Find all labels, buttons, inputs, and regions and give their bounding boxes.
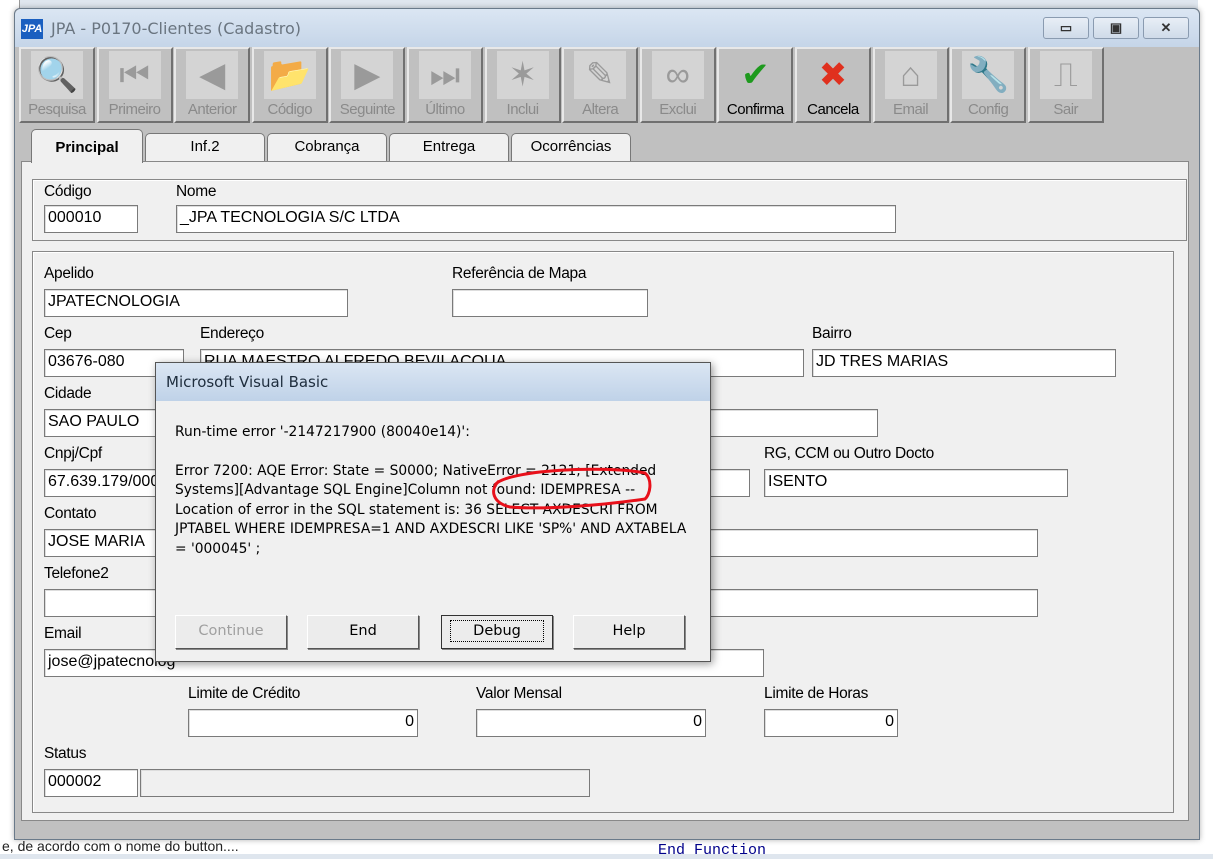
toolbar-button-anterior[interactable]: ◀ Anterior: [174, 47, 251, 123]
toolbar-button-email[interactable]: ⌂ Email: [872, 47, 949, 123]
pencil-icon: ✎: [574, 51, 627, 99]
cep-label: Cep: [44, 325, 72, 342]
red-annotation-circle: [492, 467, 652, 510]
jpa-logo-icon: JPA: [21, 19, 43, 39]
codigo-field[interactable]: 000010: [44, 205, 138, 233]
folder-icon: 📂: [263, 51, 316, 99]
toolbar-button-label: Exclui: [659, 101, 697, 118]
bairro-label: Bairro: [812, 325, 852, 342]
toolbar-button-primeiro[interactable]: ⏮ Primeiro: [96, 47, 173, 123]
debug-button[interactable]: Debug: [441, 615, 553, 649]
wrench-icon: 🔧: [962, 51, 1015, 99]
check-icon: ✔: [741, 56, 770, 94]
telefone2-label: Telefone2: [44, 565, 109, 582]
toolbar-button-label: Sair: [1053, 101, 1079, 118]
toolbar-button-codigo[interactable]: 📂 Código: [251, 47, 328, 123]
email-label: Email: [44, 625, 82, 642]
toolbar-button-label: Altera: [582, 101, 619, 118]
previous-icon: ◀: [186, 51, 239, 99]
toolbar-button-exclui[interactable]: ∞ Exclui: [639, 47, 716, 123]
rg-label: RG, CCM ou Outro Docto: [764, 445, 934, 462]
star-icon: ✶: [496, 51, 549, 99]
toolbar-button-confirma[interactable]: ✔ Confirma: [717, 47, 794, 123]
toolbar-button-pesquisa[interactable]: 🔍 Pesquisa: [19, 47, 95, 123]
ref-mapa-field[interactable]: [452, 289, 648, 317]
status-label: Status: [44, 745, 87, 762]
background-code: End Function: [658, 842, 767, 859]
limite-credito-field[interactable]: 0: [188, 709, 418, 737]
tab-inf2[interactable]: Inf.2: [145, 133, 265, 161]
envelope-icon: ⌂: [884, 51, 937, 99]
x-icon: ✖: [818, 56, 848, 94]
toolbar-button-label: Confirma: [726, 101, 784, 118]
toolbar-button-altera[interactable]: ✎ Altera: [562, 47, 639, 123]
close-button[interactable]: ✕: [1143, 17, 1189, 39]
exit-door-icon: ⎍: [1039, 51, 1092, 99]
valor-mensal-label: Valor Mensal: [476, 685, 562, 702]
toolbar-button-sair[interactable]: ⎍ Sair: [1027, 47, 1104, 123]
limite-horas-field[interactable]: 0: [764, 709, 898, 737]
toolbar-button-label: Email: [893, 101, 929, 118]
toolbar-button-label: Pesquisa: [28, 101, 86, 118]
ref-mapa-label: Referência de Mapa: [452, 265, 587, 282]
status-description-field: [140, 769, 590, 797]
rg-field[interactable]: ISENTO: [764, 469, 1068, 497]
cidade-label: Cidade: [44, 385, 92, 402]
apelido-field[interactable]: JPATECNOLOGIA: [44, 289, 348, 317]
toolbar-button-seguinte[interactable]: ▶ Seguinte: [329, 47, 406, 123]
minimize-button[interactable]: ▭: [1043, 17, 1089, 39]
apelido-label: Apelido: [44, 265, 94, 282]
toolbar-button-label: Código: [267, 101, 313, 118]
endereco-label: Endereço: [200, 325, 264, 342]
valor-mensal-field[interactable]: 0: [476, 709, 706, 737]
error-line-1: Run-time error '-2147217900 (80040e14)':: [175, 424, 470, 440]
toolbar-button-label: Seguinte: [339, 101, 396, 118]
cnpj-label: Cnpj/Cpf: [44, 445, 102, 462]
tab-entrega[interactable]: Entrega: [389, 133, 509, 161]
help-button[interactable]: Help: [573, 615, 685, 649]
background-text: e, de acordo com o nome do button....: [0, 838, 1213, 854]
tab-cobranca[interactable]: Cobrança: [267, 133, 387, 161]
toolbar-button-label: Cancela: [807, 101, 859, 118]
codigo-label: Código: [44, 183, 92, 200]
tab-principal[interactable]: Principal: [31, 129, 143, 163]
nome-label: Nome: [176, 183, 217, 200]
limite-horas-label: Limite de Horas: [764, 685, 869, 702]
next-icon: ▶: [341, 51, 394, 99]
header-group: Código 000010 Nome _JPA TECNOLOGIA S/C L…: [32, 179, 1187, 241]
first-icon: ⏮: [108, 51, 161, 99]
continue-button: Continue: [175, 615, 287, 649]
status-code-field[interactable]: 000002: [44, 769, 138, 797]
toolbar-button-label: Config: [967, 101, 1009, 118]
last-icon: ⏭: [418, 51, 471, 99]
limite-credito-label: Limite de Crédito: [188, 685, 301, 702]
toolbar-button-cancela[interactable]: ✖ Cancela: [794, 47, 871, 123]
nome-field[interactable]: _JPA TECNOLOGIA S/C LTDA: [176, 205, 896, 233]
maximize-button[interactable]: ▣: [1093, 17, 1139, 39]
toolbar-button-label: Último: [425, 101, 465, 118]
dialog-title[interactable]: Microsoft Visual Basic: [156, 363, 710, 401]
bairro-field[interactable]: JD TRES MARIAS: [812, 349, 1116, 377]
toolbar-button-inclui[interactable]: ✶ Inclui: [484, 47, 561, 123]
toolbar-button-config[interactable]: 🔧 Config: [950, 47, 1027, 123]
toolbar: 🔍 Pesquisa ⏮ Primeiro ◀ Anterior 📂 Código ▶ Segui…: [19, 47, 1105, 123]
toolbar-button-label: Primeiro: [108, 101, 161, 118]
binoculars-icon: ∞: [651, 51, 704, 99]
background-window-right: [1198, 0, 1213, 854]
end-button[interactable]: End: [307, 615, 419, 649]
toolbar-button-label: Inclui: [506, 101, 540, 118]
title-bar[interactable]: JPA JPA - P0170-Clientes (Cadastro) ▭ ▣ …: [15, 9, 1199, 47]
tab-ocorrencias[interactable]: Ocorrências: [511, 133, 631, 161]
toolbar-button-ultimo[interactable]: ⏭ Último: [406, 47, 483, 123]
toolbar-button-label: Anterior: [187, 101, 237, 118]
magnifier-icon: 🔍: [31, 51, 83, 99]
contato-label: Contato: [44, 505, 97, 522]
window-title: JPA - P0170-Clientes (Cadastro): [51, 19, 302, 38]
